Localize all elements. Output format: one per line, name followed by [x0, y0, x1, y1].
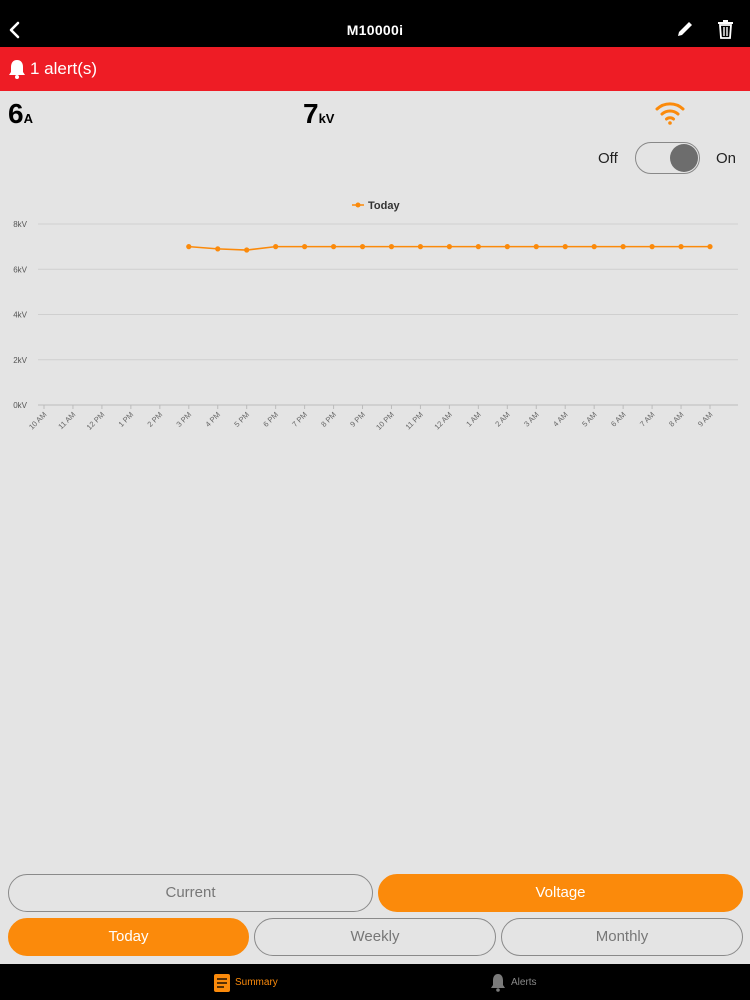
data-point	[215, 246, 221, 252]
toggle-off-label: Off	[598, 150, 618, 167]
x-tick-label: 9 AM	[696, 410, 714, 428]
y-tick-label: 6kV	[13, 265, 27, 274]
top-bar: M10000i	[0, 0, 750, 47]
x-tick-label: 4 PM	[203, 410, 222, 429]
summary-icon	[214, 974, 230, 992]
data-point	[649, 244, 655, 250]
alert-banner[interactable]: 1 alert(s)	[0, 47, 750, 91]
voltage-reading: 7kV	[303, 98, 334, 130]
x-tick-label: 9 PM	[348, 410, 367, 429]
data-point	[446, 244, 452, 250]
x-tick-label: 6 AM	[609, 410, 627, 428]
x-tick-label: 12 AM	[432, 410, 453, 431]
y-tick-label: 0kV	[13, 401, 27, 410]
x-tick-label: 8 AM	[667, 410, 685, 428]
pencil-icon	[678, 22, 692, 36]
period-today-label: Today	[108, 928, 149, 945]
data-point	[186, 244, 192, 250]
period-today-button[interactable]: Today	[8, 918, 249, 956]
data-point	[591, 244, 597, 250]
data-point	[302, 244, 308, 250]
edit-button[interactable]	[674, 18, 706, 50]
y-tick-label: 2kV	[13, 356, 27, 365]
x-tick-label: 1 PM	[117, 410, 136, 429]
page-title: M10000i	[346, 22, 404, 38]
current-reading: 6A	[8, 98, 33, 130]
toggle-on-label: On	[716, 150, 737, 167]
period-monthly-label: Monthly	[595, 928, 649, 945]
voltage-value: 7	[303, 98, 319, 129]
data-point	[330, 244, 337, 250]
tab-summary[interactable]: Summary	[205, 964, 295, 1000]
current-unit: A	[23, 111, 33, 126]
current-value: 6	[8, 98, 24, 129]
metric-current-button[interactable]: Current	[8, 874, 373, 912]
period-weekly-button[interactable]: Weekly	[254, 918, 496, 956]
alert-count-text: 1 alert(s)	[30, 59, 98, 78]
x-tick-label: 5 PM	[232, 410, 251, 429]
x-tick-label: 2 AM	[493, 410, 511, 428]
wifi-icon	[655, 102, 685, 125]
x-tick-label: 3 PM	[174, 410, 193, 429]
data-point	[244, 247, 250, 253]
x-tick-label: 1 AM	[464, 410, 482, 428]
data-point	[707, 244, 713, 250]
legend-label: Today	[368, 200, 400, 212]
delete-button[interactable]	[715, 18, 747, 50]
metric-voltage-label: Voltage	[535, 884, 586, 901]
trash-icon	[718, 20, 733, 39]
data-point	[388, 244, 395, 250]
legend-marker	[355, 202, 361, 208]
tab-alerts[interactable]: Alerts	[486, 964, 556, 1000]
period-monthly-button[interactable]: Monthly	[501, 918, 743, 956]
metric-current-label: Current	[165, 884, 216, 901]
data-point	[417, 244, 424, 250]
data-point	[678, 244, 684, 250]
data-point	[475, 244, 481, 250]
x-tick-label: 3 AM	[522, 410, 540, 428]
x-tick-label: 7 PM	[290, 410, 309, 429]
x-tick-label: 10 PM	[374, 410, 396, 432]
bottom-tab-bar: Summary Alerts	[0, 964, 750, 1000]
data-point	[504, 244, 510, 250]
x-tick-label: 11 PM	[404, 410, 425, 431]
bell-icon	[9, 60, 25, 79]
voltage-chart: Today 0kV 2kV 4kV 6kV 8kV 10 AM 11 AM 12 PM 1 PM 2…	[13, 200, 738, 432]
y-tick-label: 4kV	[13, 311, 27, 320]
data-point	[359, 244, 366, 250]
x-tick-label: 11 AM	[56, 410, 77, 431]
x-tick-label: 7 AM	[638, 410, 656, 428]
metric-voltage-button[interactable]: Voltage	[378, 874, 743, 912]
period-weekly-label: Weekly	[350, 928, 400, 945]
x-tick-label: 6 PM	[261, 410, 280, 429]
x-tick-label: 4 AM	[551, 410, 569, 428]
tab-summary-label: Summary	[235, 977, 278, 988]
voltage-unit: kV	[318, 111, 335, 126]
y-tick-label: 8kV	[13, 220, 27, 229]
data-point	[273, 244, 279, 250]
x-tick-label: 2 PM	[145, 410, 164, 429]
bell-icon	[491, 974, 505, 992]
power-toggle[interactable]	[635, 142, 700, 174]
data-point	[533, 244, 539, 250]
x-tick-label: 8 PM	[319, 410, 338, 429]
x-tick-label: 5 AM	[580, 410, 598, 428]
x-tick-label: 10 AM	[27, 410, 48, 431]
x-tick-label: 12 PM	[85, 410, 107, 432]
data-point	[562, 244, 568, 250]
toggle-knob	[670, 144, 698, 172]
tab-alerts-label: Alerts	[511, 977, 537, 988]
data-point	[620, 244, 626, 250]
